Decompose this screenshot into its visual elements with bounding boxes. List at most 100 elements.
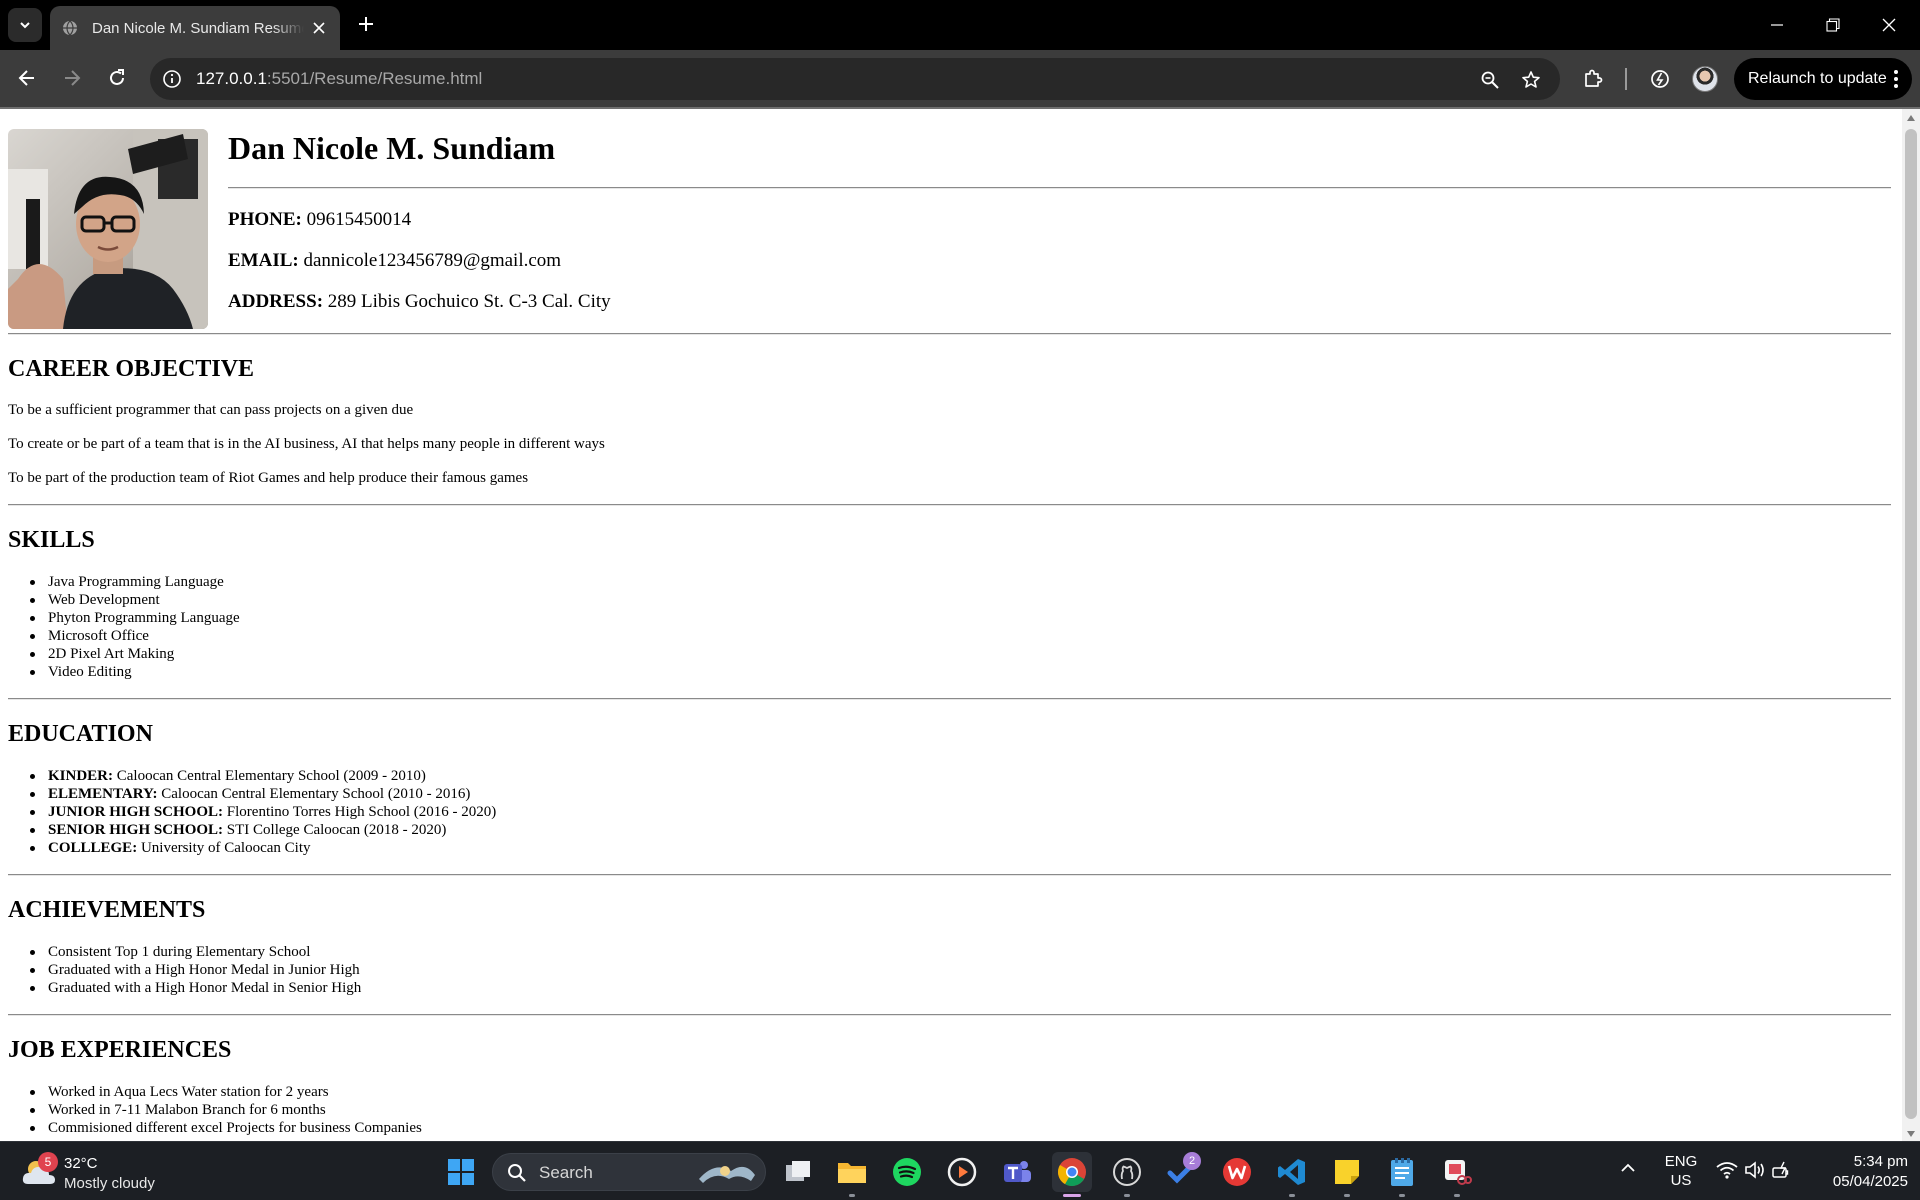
- windows-start-icon: [448, 1159, 474, 1185]
- new-tab-button[interactable]: [354, 12, 378, 36]
- taskbar-teams[interactable]: [997, 1152, 1037, 1192]
- volume-control[interactable]: [1744, 1161, 1766, 1200]
- taskbar-media-player[interactable]: [942, 1152, 982, 1192]
- avatar[interactable]: [1692, 66, 1718, 92]
- taskbar-search[interactable]: Search: [492, 1153, 766, 1191]
- objective-item: To be part of the production team of Rio…: [8, 470, 529, 486]
- list-item: KINDER: Caloocan Central Elementary Scho…: [30, 767, 1891, 785]
- search-highlight-icon: [699, 1166, 755, 1183]
- media-player-icon: [947, 1157, 977, 1187]
- todo-badge: 2: [1183, 1152, 1201, 1170]
- restore-button[interactable]: [1818, 10, 1848, 40]
- github-icon: [1113, 1158, 1141, 1186]
- resume-name: Dan Nicole M. Sundiam: [228, 130, 556, 166]
- battery-status[interactable]: [1772, 1161, 1794, 1200]
- list-item: Web Development: [30, 591, 1891, 609]
- weather-widget[interactable]: 5 32°C Mostly cloudy: [20, 1150, 200, 1194]
- minimize-icon: [1771, 24, 1783, 26]
- chevron-down-icon: [20, 22, 30, 29]
- divider: [8, 504, 1891, 506]
- divider: [228, 187, 1891, 189]
- chrome-icon: [1058, 1158, 1086, 1186]
- divider: [8, 698, 1891, 700]
- task-view-button[interactable]: [778, 1152, 818, 1192]
- more-vert-icon: [1894, 70, 1898, 88]
- sticky-notes-icon: [1335, 1160, 1359, 1184]
- reload-button[interactable]: [102, 63, 132, 93]
- plus-icon: [359, 17, 373, 31]
- education-heading: EDUCATION: [8, 721, 153, 747]
- minimize-button[interactable]: [1762, 10, 1792, 40]
- job-experiences-list: Worked in Aqua Lecs Water station for 2 …: [8, 1083, 1891, 1137]
- tab-close-button[interactable]: [310, 19, 328, 37]
- start-button[interactable]: [441, 1152, 481, 1192]
- list-item: Video Editing: [30, 663, 1891, 681]
- close-icon: [1882, 18, 1896, 32]
- phone-value: 09615450014: [306, 209, 412, 230]
- job-experiences-heading: JOB EXPERIENCES: [8, 1037, 232, 1063]
- divider: [8, 1014, 1891, 1016]
- teams-icon: [1004, 1161, 1031, 1182]
- scrollbar-thumb[interactable]: [1905, 129, 1917, 1119]
- temperature: 32°C: [64, 1155, 98, 1172]
- notepad-icon: [1391, 1158, 1413, 1186]
- list-item: ELEMENTARY: Caloocan Central Elementary …: [30, 785, 1891, 803]
- taskbar-notepad[interactable]: [1382, 1152, 1422, 1197]
- clock-time: 5:34 pm: [1853, 1153, 1908, 1170]
- globe-icon: [63, 20, 77, 36]
- zoom-button[interactable]: [1478, 68, 1502, 92]
- tab-title: Dan Nicole M. Sundiam Resume: [92, 19, 304, 37]
- reload-icon: [110, 69, 124, 85]
- list-item: COLLLEGE: University of Caloocan City: [30, 839, 1891, 857]
- taskbar-spotify[interactable]: [887, 1152, 927, 1192]
- address-bar[interactable]: 127.0.0.1:5501/Resume/Resume.html: [150, 58, 1560, 100]
- taskbar-sticky-notes[interactable]: [1327, 1152, 1367, 1197]
- relaunch-to-update-button[interactable]: Relaunch to update: [1734, 58, 1912, 100]
- show-hidden-icons-button[interactable]: [1620, 1160, 1636, 1200]
- active-tab[interactable]: Dan Nicole M. Sundiam Resume: [50, 6, 340, 50]
- skills-heading: SKILLS: [8, 527, 95, 553]
- tab-strip: Dan Nicole M. Sundiam Resume: [0, 0, 1920, 50]
- tab-search-button[interactable]: [8, 8, 42, 42]
- task-view-icon: [786, 1161, 810, 1181]
- spotify-icon: [893, 1158, 921, 1186]
- list-item: Consistent Top 1 during Elementary Schoo…: [30, 943, 1891, 961]
- performance-icon: [1651, 70, 1669, 88]
- url-text[interactable]: 127.0.0.1:5501/Resume/Resume.html: [196, 69, 482, 89]
- battery-icon: [1772, 1161, 1789, 1178]
- scroll-up-arrow[interactable]: [1907, 115, 1915, 121]
- weather-condition: Mostly cloudy: [64, 1175, 155, 1192]
- taskbar-vscode[interactable]: [1272, 1152, 1312, 1197]
- divider: [8, 874, 1891, 876]
- input-language[interactable]: ENG US: [1660, 1152, 1702, 1200]
- taskbar-github[interactable]: [1107, 1152, 1147, 1197]
- taskbar-snipping-tool[interactable]: [1437, 1152, 1477, 1197]
- taskbar-todo[interactable]: 2: [1162, 1152, 1202, 1192]
- system-clock[interactable]: 5:34 pm 05/04/2025: [1808, 1152, 1908, 1200]
- scroll-down-arrow[interactable]: [1907, 1131, 1915, 1137]
- extensions-button[interactable]: [1580, 66, 1606, 92]
- search-placeholder: Search: [539, 1163, 593, 1182]
- back-button[interactable]: [12, 63, 42, 93]
- taskbar-chrome[interactable]: [1052, 1152, 1092, 1197]
- header-info: Dan Nicole M. Sundiam PHONE: 09615450014…: [228, 129, 1891, 313]
- email-line: EMAIL: dannicole123456789@gmail.com: [228, 250, 562, 271]
- vertical-scrollbar[interactable]: [1902, 109, 1920, 1141]
- resume-header: Dan Nicole M. Sundiam PHONE: 09615450014…: [8, 129, 1891, 329]
- bookmark-button[interactable]: [1519, 68, 1543, 92]
- taskbar-file-explorer[interactable]: [832, 1152, 872, 1197]
- weather-badge: 5: [38, 1152, 58, 1172]
- taskbar-wps-office[interactable]: [1217, 1152, 1257, 1192]
- site-info-icon[interactable]: [162, 69, 182, 89]
- phone-line: PHONE: 09615450014: [228, 209, 412, 230]
- list-item: Commisioned different excel Projects for…: [30, 1119, 1891, 1137]
- forward-button[interactable]: [57, 63, 87, 93]
- profile-photo-image: [8, 129, 208, 329]
- performance-button[interactable]: [1647, 66, 1673, 92]
- list-item: JUNIOR HIGH SCHOOL: Florentino Torres Hi…: [30, 803, 1891, 821]
- network-status[interactable]: [1716, 1161, 1738, 1200]
- profile-photo: [8, 129, 208, 329]
- arrow-left-icon: [18, 70, 34, 86]
- restore-icon: [1826, 18, 1840, 32]
- close-window-button[interactable]: [1874, 10, 1904, 40]
